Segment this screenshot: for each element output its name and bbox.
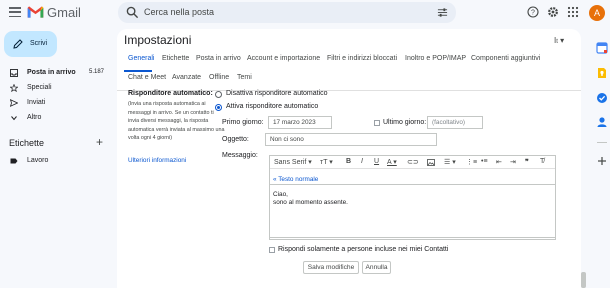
search-icon[interactable]	[126, 6, 139, 19]
calendar-icon[interactable]	[596, 42, 608, 54]
add-addon-icon[interactable]	[596, 155, 608, 167]
italic-icon[interactable]: I	[361, 158, 363, 165]
app-name: Gmail	[47, 5, 81, 20]
unread-count: 5.187	[88, 69, 104, 75]
subject-label: Oggetto:	[222, 136, 249, 143]
add-label-icon[interactable]: +	[96, 135, 103, 149]
help-icon[interactable]: ?	[527, 6, 539, 18]
autoreply-off-radio[interactable]	[215, 91, 222, 98]
sidebar-item-label: Altro	[27, 114, 42, 121]
save-changes-button[interactable]: Salva modifiche	[303, 261, 359, 274]
chevron-down-icon	[11, 116, 17, 121]
pencil-icon	[13, 39, 23, 49]
font-size-icon[interactable]: тT ▾	[320, 158, 333, 166]
svg-text:?: ?	[531, 10, 535, 17]
tab-general[interactable]: Generali	[128, 55, 154, 62]
search-options-icon[interactable]	[437, 7, 448, 18]
message-label: Messaggio:	[222, 152, 258, 159]
input-tools-button[interactable]: It ▾	[554, 36, 564, 45]
link-icon[interactable]: ⊂⊃	[407, 158, 419, 166]
account-avatar[interactable]: A	[589, 5, 605, 21]
gmail-logo-icon[interactable]	[27, 5, 44, 19]
settings-gear-icon[interactable]	[547, 6, 559, 18]
clear-formatting-icon[interactable]: T̸	[540, 158, 544, 165]
main-menu-icon[interactable]	[9, 7, 21, 17]
contacts-icon[interactable]	[596, 116, 608, 128]
side-panel-divider	[597, 142, 607, 143]
last-day-field[interactable]: (facoltativo)	[427, 116, 483, 129]
first-day-field[interactable]: 17 marzo 2023	[268, 116, 332, 129]
text-color-icon[interactable]: A ▾	[387, 158, 397, 166]
tab-offline[interactable]: Offline	[209, 74, 229, 81]
indent-more-icon[interactable]: ⇥	[510, 158, 516, 166]
autoreply-off-label: Disattiva risponditore automatico	[226, 90, 328, 97]
font-family-select[interactable]: Sans Serif ▾	[274, 158, 312, 166]
sidebar-item-label: Posta in arrivo	[27, 69, 76, 76]
plain-text-link[interactable]: « Testo normale	[273, 176, 318, 183]
sidebar-item-label: Lavoro	[27, 157, 49, 164]
tab-addons[interactable]: Componenti aggiuntivi	[471, 55, 540, 62]
page-title: Impostazioni	[124, 33, 192, 47]
labels-header: Etichette	[9, 138, 45, 148]
first-day-label: Primo giorno:	[222, 119, 264, 126]
search-bar[interactable]: Cerca nella posta	[118, 2, 456, 23]
inbox-icon	[10, 69, 18, 77]
tasks-icon[interactable]	[596, 92, 608, 104]
numbered-list-icon[interactable]: ⋮≡	[466, 158, 477, 166]
bulleted-list-icon[interactable]: •≡	[481, 158, 488, 165]
sidebar-item-label-lavoro[interactable]: Lavoro	[0, 154, 112, 168]
align-icon[interactable]: ☰ ▾	[444, 158, 456, 166]
autoreply-description: (Invia una risposta automatica ai messag…	[128, 101, 225, 142]
sidebar-item-label: Speciali	[27, 84, 52, 91]
sidebar-item-inbox[interactable]: Posta in arrivo 5.187	[0, 66, 112, 80]
last-day-checkbox[interactable]	[374, 120, 380, 126]
compose-button[interactable]: Scrivi	[4, 31, 57, 57]
cancel-button[interactable]: Annulla	[362, 261, 391, 274]
tab-chat-meet[interactable]: Chat e Meet	[128, 74, 166, 81]
contacts-only-checkbox[interactable]	[269, 247, 275, 253]
sidebar-item-more[interactable]: Altro	[0, 111, 112, 125]
label-icon	[10, 158, 18, 164]
apps-grid-icon[interactable]	[567, 6, 579, 18]
compose-label: Scrivi	[30, 40, 48, 47]
sidebar-item-sent[interactable]: Inviati	[0, 96, 112, 110]
contacts-only-label: Rispondi solamente a persone incluse nei…	[278, 246, 449, 253]
autoreply-on-label: Attiva risponditore automatico	[226, 103, 319, 110]
settings-panel: Impostazioni It ▾ Generali Etichette Pos…	[117, 29, 581, 288]
font-name: Sans Serif	[274, 159, 307, 166]
formatting-toolbar: Sans Serif ▾ тT ▾ B I U A ▾ ⊂⊃ ☰ ▾ ⋮≡ •≡…	[270, 156, 555, 169]
message-line: sono al momento assente.	[273, 199, 348, 206]
bold-icon[interactable]: B	[346, 158, 351, 165]
scrollbar-thumb[interactable]	[581, 272, 586, 288]
sidebar-item-label: Inviati	[27, 99, 46, 106]
more-info-link[interactable]: Ulteriori informazioni	[128, 157, 186, 164]
subject-field[interactable]: Non ci sono	[265, 133, 437, 146]
message-line: Ciao,	[273, 191, 288, 198]
image-icon[interactable]	[427, 159, 435, 166]
tab-themes[interactable]: Temi	[237, 74, 252, 81]
quote-icon[interactable]: ❞	[525, 158, 529, 166]
send-icon	[10, 99, 18, 107]
sidebar-item-starred[interactable]: Speciali	[0, 81, 112, 95]
last-day-label: Ultimo giorno:	[383, 119, 427, 126]
keep-icon[interactable]	[596, 67, 608, 79]
tab-accounts[interactable]: Account e importazione	[247, 55, 320, 62]
message-body-input[interactable]: Ciao, sono al momento assente.	[269, 184, 556, 238]
tab-filters[interactable]: Filtri e indirizzi bloccati	[327, 55, 397, 62]
active-tab-indicator	[124, 70, 152, 72]
star-icon	[10, 84, 18, 92]
underline-icon[interactable]: U	[374, 158, 379, 165]
autoreply-section-label: Risponditore automatico:	[128, 90, 213, 97]
tab-inbox[interactable]: Posta in arrivo	[196, 55, 241, 62]
tab-advanced[interactable]: Avanzate	[172, 74, 201, 81]
autoreply-on-radio[interactable]	[215, 104, 222, 111]
top-bar: Gmail Cerca nella posta ? A	[0, 0, 610, 26]
tab-labels[interactable]: Etichette	[162, 55, 189, 62]
indent-less-icon[interactable]: ⇤	[496, 158, 502, 166]
search-input[interactable]: Cerca nella posta	[144, 7, 214, 17]
tab-forwarding[interactable]: Inoltro e POP/IMAP	[405, 55, 466, 62]
